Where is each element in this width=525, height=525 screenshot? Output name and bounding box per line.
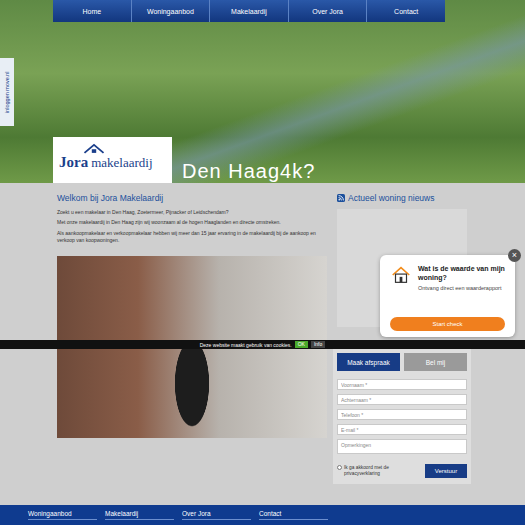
nav-item[interactable]: Contact xyxy=(367,0,445,22)
submit-button[interactable]: Verstuur xyxy=(425,464,467,478)
footer-link[interactable]: Contact xyxy=(259,505,328,520)
form-footer: Ik ga akkoord met de privacyverklaring Ve… xyxy=(337,464,467,478)
form-input[interactable] xyxy=(337,394,467,405)
logo-suffix: makelaardij xyxy=(91,155,152,171)
welcome-paragraph: Met onze makelaardij in Den Haag zijn wi… xyxy=(57,219,327,226)
nav-item[interactable]: Woningaanbod xyxy=(132,0,211,22)
consent-label[interactable]: Ik ga akkoord met de privacyverklaring xyxy=(337,465,399,477)
start-check-button[interactable]: Start check xyxy=(390,317,505,331)
page: HomeWoningaanbodMakelaardijOver JoraCont… xyxy=(0,0,525,525)
cookie-info-button[interactable]: Info xyxy=(311,341,325,348)
login-side-tab[interactable]: inloggen move.nl xyxy=(0,58,14,126)
house-icon xyxy=(390,264,412,286)
form-tabs: Maak afspraakBel mij xyxy=(337,353,467,371)
form-input[interactable] xyxy=(337,424,467,435)
main-nav: HomeWoningaanbodMakelaardijOver JoraCont… xyxy=(53,0,445,22)
footer-link[interactable]: Makelaardij xyxy=(105,505,174,520)
close-button[interactable]: × xyxy=(508,249,521,262)
consent-checkbox[interactable] xyxy=(337,465,342,470)
form-input[interactable] xyxy=(337,379,467,390)
hero-banner: HomeWoningaanbodMakelaardijOver JoraCont… xyxy=(0,0,525,183)
nav-item[interactable]: Over Jora xyxy=(289,0,368,22)
popup-text: Ontvang direct een waarderapport xyxy=(418,285,505,292)
hero-caption: Den Haag4k? xyxy=(182,160,315,183)
nav-item[interactable]: Home xyxy=(53,0,132,22)
nav-item[interactable]: Makelaardij xyxy=(210,0,289,22)
logo[interactable]: Joramakelaardij xyxy=(53,137,172,183)
form-tab[interactable]: Maak afspraak xyxy=(337,353,400,371)
valuation-popup: ×Wat is de waarde van mijn woning?Ontvan… xyxy=(380,255,515,337)
house-roof-icon xyxy=(83,143,105,154)
welcome-column: Welkom bij Jora Makelaardij Zoekt u een m… xyxy=(57,193,327,505)
cookie-bar: Deze website maakt gebruik van cookies.O… xyxy=(0,340,525,349)
welcome-title: Welkom bij Jora Makelaardij xyxy=(57,193,327,203)
news-title: Actueel woning nieuws xyxy=(337,193,467,203)
form-tab[interactable]: Bel mij xyxy=(404,353,467,371)
welcome-paragraph: Als aankoopmakelaar en verkoopmakelaar h… xyxy=(57,230,327,245)
popup-title: Wat is de waarde van mijn woning? xyxy=(418,264,505,282)
contact-form: Maak afspraakBel mij Ik ga akkoord met de… xyxy=(333,345,471,484)
form-input[interactable] xyxy=(337,409,467,420)
rss-icon xyxy=(337,194,345,202)
footer: Woningaanbod Makelaardij Over Jora Contact xyxy=(0,505,525,525)
footer-link[interactable]: Woningaanbod xyxy=(28,505,97,520)
form-textarea[interactable] xyxy=(337,439,467,454)
cookie-ok-button[interactable]: OK xyxy=(295,341,308,348)
footer-link[interactable]: Over Jora xyxy=(182,505,251,520)
cookie-text: Deze website maakt gebruik van cookies. xyxy=(200,342,292,348)
logo-name: Jora xyxy=(59,154,88,171)
welcome-paragraph: Zoekt u een makelaar in Den Haag, Zoeter… xyxy=(57,209,327,216)
sidebar-column: Actueel woning nieuws Maak afspraakBel mi… xyxy=(337,193,467,505)
popup-body: Wat is de waarde van mijn woning? Ontvang… xyxy=(390,264,505,292)
